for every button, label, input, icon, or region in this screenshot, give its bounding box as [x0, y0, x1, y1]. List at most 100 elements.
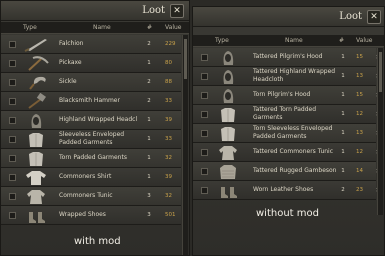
loot-scrollbar[interactable] — [182, 35, 188, 255]
list-item[interactable]: Tattered Rugged Gambeson114› — [193, 162, 379, 181]
select-checkbox[interactable] — [9, 117, 16, 124]
list-item[interactable]: Torn Sleeveless Enveloped Padded Garment… — [193, 124, 379, 143]
item-name: Pickaxe — [59, 59, 82, 66]
item-name: Tattered Torn Padded Garments — [253, 106, 317, 121]
list-item[interactable]: Blacksmith Hammer233› — [1, 92, 186, 111]
item-count: 2 — [147, 41, 151, 47]
item-count: 1 — [147, 117, 151, 123]
item-value: 229 — [165, 41, 176, 47]
loot-panel-with-mod: Loot ✕ Type Name # Value Falchion2229›Pi… — [0, 0, 190, 256]
list-item[interactable]: Wrapped Shoes3501› — [1, 206, 186, 225]
item-value: 88 — [165, 79, 172, 85]
list-item[interactable]: Torn Padded Garments132› — [1, 149, 186, 168]
loot-scrollbar[interactable] — [377, 48, 383, 215]
list-item[interactable]: Tattered Highland Wrapped Headcloth113› — [193, 67, 379, 86]
item-value: 32 — [165, 155, 172, 161]
item-value: 80 — [165, 60, 172, 66]
item-name: Commoners Shirt — [59, 173, 112, 180]
caption-without-mod: without mod — [256, 208, 319, 219]
shoes-icon — [221, 187, 237, 198]
select-checkbox[interactable] — [9, 60, 16, 67]
item-value: 33 — [165, 136, 172, 142]
select-checkbox[interactable] — [9, 136, 16, 143]
loot-title: Loot — [339, 11, 362, 22]
select-checkbox[interactable] — [9, 155, 16, 162]
item-count: 2 — [147, 98, 151, 104]
column-header-value[interactable]: Value — [165, 24, 181, 31]
item-value: 13 — [356, 73, 363, 79]
list-item[interactable]: Commoners Tunic332› — [1, 187, 186, 206]
item-value: 12 — [356, 149, 363, 155]
item-count: 1 — [341, 111, 345, 117]
select-checkbox[interactable] — [9, 193, 16, 200]
item-name: Tattered Highland Wrapped Headcloth — [253, 68, 336, 83]
item-name: Torn Pilgrim's Hood — [253, 91, 311, 98]
select-checkbox[interactable] — [9, 41, 16, 48]
item-value: 33 — [165, 98, 172, 104]
close-icon[interactable]: ✕ — [170, 4, 184, 18]
hood-icon — [223, 70, 234, 84]
hood-icon — [223, 51, 234, 65]
item-count: 1 — [341, 92, 345, 98]
list-item[interactable]: Torn Pilgrim's Hood115› — [193, 86, 379, 105]
list-item[interactable]: Worn Leather Shoes223› — [193, 181, 379, 200]
select-checkbox[interactable] — [201, 130, 208, 137]
list-item[interactable]: Tattered Torn Padded Garments112› — [193, 105, 379, 124]
list-item[interactable]: Highland Wrapped Headcloth139› — [1, 111, 186, 130]
select-checkbox[interactable] — [201, 168, 208, 175]
pickaxe-icon — [28, 56, 49, 71]
select-checkbox[interactable] — [201, 187, 208, 194]
scrollbar-thumb[interactable] — [379, 52, 382, 92]
column-header-count[interactable]: # — [339, 37, 344, 44]
column-header-name[interactable]: Name — [93, 24, 111, 31]
item-count: 1 — [147, 136, 151, 142]
column-header-type[interactable]: Type — [23, 24, 37, 31]
item-count: 2 — [341, 187, 345, 193]
item-name: Worn Leather Shoes — [253, 186, 314, 193]
loot-list: Tattered Pilgrim's Hood115›Tattered High… — [193, 48, 379, 215]
sickle-icon — [29, 76, 46, 90]
select-checkbox[interactable] — [9, 212, 16, 219]
tunic-icon — [27, 190, 45, 204]
list-item[interactable]: Sickle288› — [1, 73, 186, 92]
select-checkbox[interactable] — [9, 174, 16, 181]
list-item[interactable]: Falchion2229› — [1, 35, 186, 54]
select-checkbox[interactable] — [201, 92, 208, 99]
select-checkbox[interactable] — [201, 73, 208, 80]
column-header-value[interactable]: Value — [356, 37, 372, 44]
column-header-count[interactable]: # — [147, 24, 152, 31]
select-checkbox[interactable] — [9, 98, 16, 105]
select-checkbox[interactable] — [201, 111, 208, 118]
item-count: 1 — [341, 54, 345, 60]
shirt-icon — [26, 171, 46, 185]
item-value: 15 — [356, 92, 363, 98]
item-value: 14 — [356, 168, 363, 174]
item-name: Sleeveless Enveloped Padded Garments — [59, 131, 125, 146]
column-header-name[interactable]: Name — [285, 37, 303, 44]
item-count: 1 — [341, 73, 345, 79]
item-count: 1 — [147, 155, 151, 161]
list-item[interactable]: Commoners Shirt139› — [1, 168, 186, 187]
item-count: 1 — [147, 174, 151, 180]
select-checkbox[interactable] — [9, 79, 16, 86]
item-name: Falchion — [59, 40, 84, 47]
item-name: Blacksmith Hammer — [59, 97, 120, 104]
falchion-icon — [24, 39, 47, 52]
scrollbar-thumb[interactable] — [184, 39, 187, 79]
column-header-type[interactable]: Type — [215, 37, 229, 44]
item-count: 2 — [147, 79, 151, 85]
loot-titlebar: Loot ✕ — [1, 1, 189, 21]
select-checkbox[interactable] — [201, 149, 208, 156]
item-value: 15 — [356, 54, 363, 60]
item-value: 23 — [356, 187, 363, 193]
item-value: 13 — [356, 130, 363, 136]
list-item[interactable]: Sleeveless Enveloped Padded Garments133› — [1, 130, 186, 149]
list-item[interactable]: Pickaxe180› — [1, 54, 186, 73]
item-value: 501 — [165, 212, 176, 218]
hammer-icon — [28, 93, 46, 109]
garment-icon — [221, 108, 235, 122]
list-item[interactable]: Tattered Pilgrim's Hood115› — [193, 48, 379, 67]
select-checkbox[interactable] — [201, 54, 208, 61]
list-item[interactable]: Tattered Commoners Tunic112› — [193, 143, 379, 162]
close-icon[interactable]: ✕ — [367, 10, 381, 24]
